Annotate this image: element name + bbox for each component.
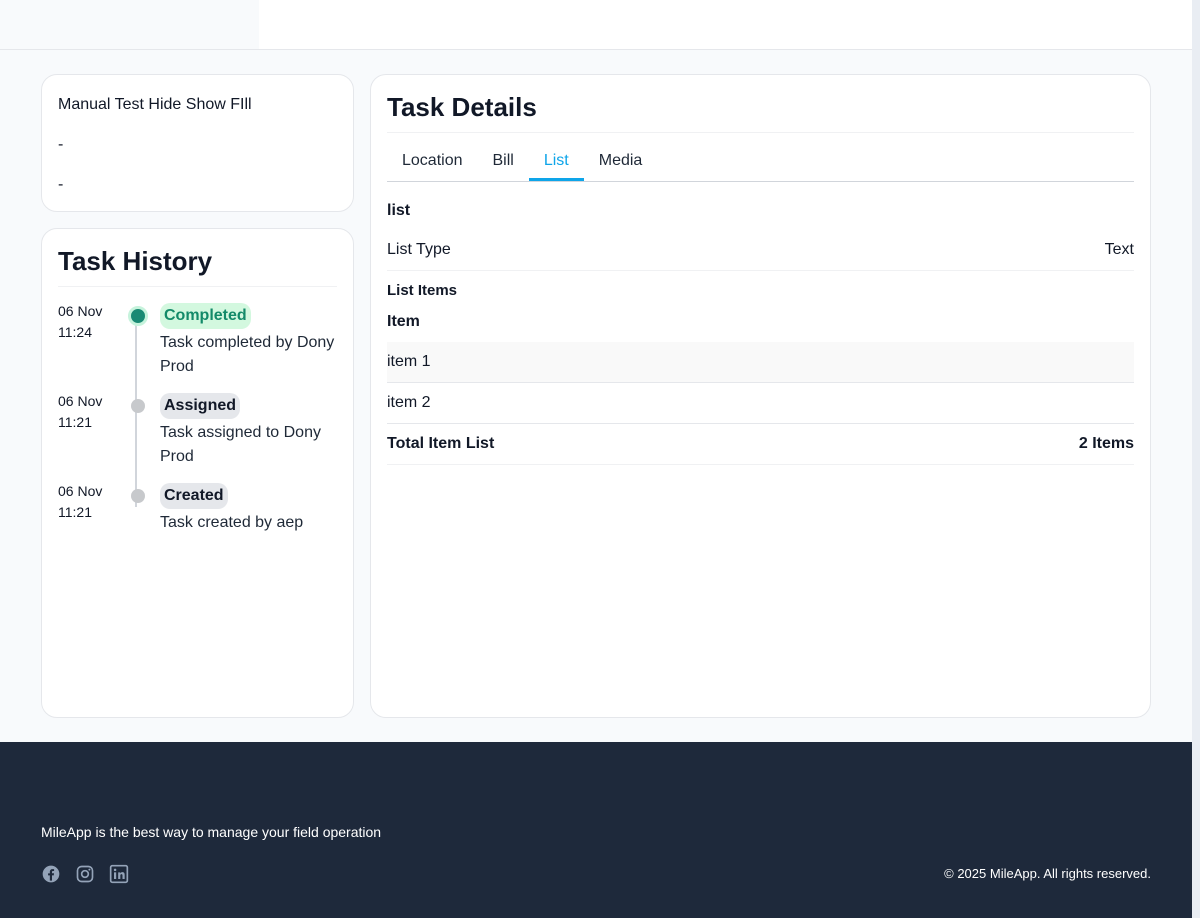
event-description: Task completed by Dony Prod [160, 334, 335, 375]
event-datetime: 06 Nov 11:24 [58, 301, 120, 379]
task-info-line-3: - [58, 176, 64, 193]
divider [58, 286, 337, 287]
instagram-icon[interactable] [75, 864, 95, 884]
list-type-label: List Type [387, 241, 451, 258]
task-details-card: Task Details Location Bill List Media li… [370, 74, 1151, 718]
tab-location[interactable]: Location [387, 141, 478, 181]
event-datetime: 06 Nov 11:21 [58, 391, 120, 469]
total-row: Total Item List 2 Items [387, 424, 1134, 465]
event-description: Task assigned to Dony Prod [160, 424, 321, 465]
footer: MileApp is the best way to manage your f… [0, 742, 1192, 918]
details-tabs: Location Bill List Media [387, 141, 1134, 182]
task-info-card: Manual Test Hide Show FIll - - [41, 74, 354, 212]
event-date: 06 Nov [58, 393, 103, 409]
event-date: 06 Nov [58, 303, 103, 319]
tab-media[interactable]: Media [584, 141, 658, 181]
top-bar-left-panel [0, 0, 259, 49]
scrollbar[interactable] [1192, 0, 1200, 918]
footer-tagline: MileApp is the best way to manage your f… [41, 824, 382, 840]
copyright-text: © 2025 MileApp. All rights reserved. [944, 866, 1151, 881]
linkedin-icon[interactable] [109, 864, 129, 884]
social-links [41, 864, 129, 884]
list-section-title: list [387, 202, 411, 219]
history-event: 06 Nov 11:24 Completed Task completed by… [58, 303, 337, 379]
total-label: Total Item List [387, 435, 495, 452]
task-history-card: Task History 06 Nov 11:24 Completed Task… [41, 228, 354, 718]
event-time: 11:24 [58, 324, 92, 340]
event-datetime: 06 Nov 11:21 [58, 481, 120, 535]
top-bar [0, 0, 1192, 50]
event-description: Task created by aep [160, 514, 304, 531]
event-time: 11:21 [58, 414, 92, 430]
tab-list[interactable]: List [528, 141, 584, 181]
total-value: 2 Items [1078, 435, 1134, 452]
status-badge-created: Created [160, 483, 228, 509]
tab-bill[interactable]: Bill [478, 141, 529, 181]
facebook-icon[interactable] [41, 864, 61, 884]
task-history-title: Task History [58, 246, 213, 276]
task-details-title: Task Details [387, 92, 537, 122]
event-time: 11:21 [58, 504, 92, 520]
list-item: item 1 [387, 342, 1134, 383]
task-info-line-2: - [58, 136, 64, 153]
item-column-header: Item [387, 313, 420, 330]
status-badge-assigned: Assigned [160, 393, 241, 419]
list-type-row: List Type Text [387, 230, 1134, 271]
list-type-value: Text [1104, 241, 1134, 258]
list-item: item 2 [387, 383, 1134, 424]
event-date: 06 Nov [58, 483, 103, 499]
task-title: Manual Test Hide Show FIll [58, 96, 252, 113]
history-event: 06 Nov 11:21 Assigned Task assigned to D… [58, 393, 337, 469]
timeline-dot-active [128, 306, 148, 326]
history-event: 06 Nov 11:21 Created Task created by aep [58, 483, 337, 535]
timeline-dot [131, 489, 145, 503]
list-items-heading: List Items [387, 282, 458, 299]
divider [387, 132, 1134, 133]
history-timeline: 06 Nov 11:24 Completed Task completed by… [58, 303, 337, 535]
timeline-dot [131, 399, 145, 413]
status-badge-completed: Completed [160, 303, 251, 329]
